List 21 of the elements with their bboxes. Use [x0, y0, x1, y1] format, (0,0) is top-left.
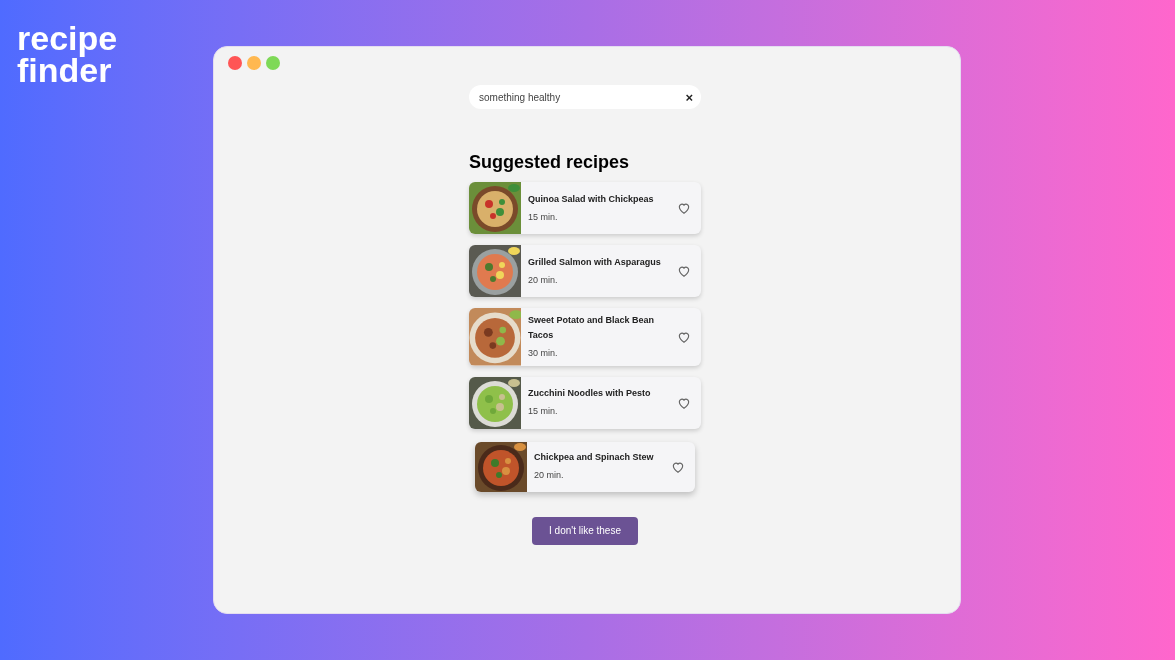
recipe-title: Grilled Salmon with Asparagus: [528, 255, 662, 269]
recipe-card[interactable]: Quinoa Salad with Chickpeas 15 min.: [469, 182, 701, 234]
recipe-card[interactable]: Sweet Potato and Black Bean Tacos 30 min.: [469, 308, 701, 366]
recipe-card[interactable]: Zucchini Noodles with Pesto 15 min.: [469, 376, 701, 429]
search-field[interactable]: something healthy ×: [469, 85, 701, 109]
cook-time: 15 min.: [528, 405, 559, 419]
recipe-title: Sweet Potato and Black Bean Tacos: [528, 314, 656, 342]
recipe-card[interactable]: Chickpea and Spinach Stew 20 min.: [475, 441, 695, 492]
section-heading: Suggested recipes: [469, 151, 631, 174]
recipe-title: Chickpea and Spinach Stew: [534, 451, 655, 465]
recipe-card[interactable]: Grilled Salmon with Asparagus 20 min.: [469, 245, 701, 297]
cook-time: 20 min.: [534, 469, 565, 483]
recipe-title: Zucchini Noodles with Pesto: [528, 387, 652, 401]
cook-time: 15 min.: [528, 210, 559, 224]
dislike-button[interactable]: I don't like these: [532, 516, 638, 545]
heart-icon[interactable]: [677, 201, 691, 215]
recipe-title: Quinoa Salad with Chickpeas: [528, 192, 655, 206]
heart-icon[interactable]: [677, 264, 691, 278]
cook-time: 30 min.: [528, 347, 559, 360]
cook-time: 20 min.: [528, 273, 559, 287]
clear-button[interactable]: ×: [685, 90, 693, 104]
